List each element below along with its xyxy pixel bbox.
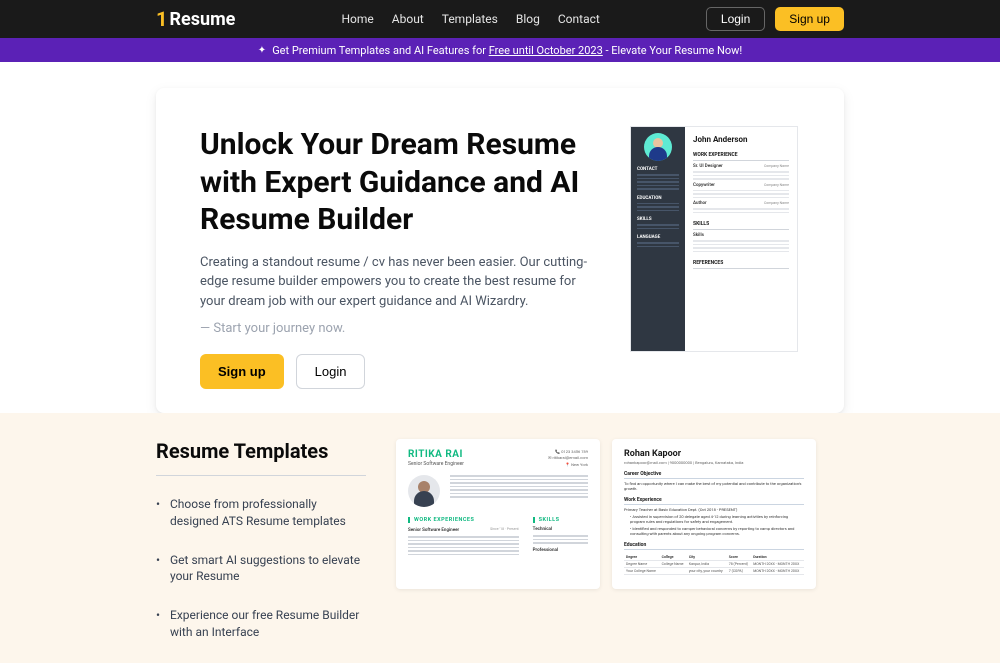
templates-section: Resume Templates Choose from professiona… [0, 413, 1000, 663]
logo-text: Resume [169, 9, 235, 30]
avatar-icon [408, 475, 440, 507]
nav-actions: Login Sign up [706, 7, 844, 31]
nav-link-contact[interactable]: Contact [558, 12, 600, 26]
preview-section-heading: SKILLS [693, 221, 789, 230]
education-table: Degree College City Score Duration Degre… [624, 554, 804, 575]
preview-item: Skills [693, 233, 704, 238]
template-meta: Since '18 · Present [490, 527, 519, 531]
td: MONTH 20XX - MONTH 20XX [751, 561, 804, 568]
template-section-heading: WORK EXPERIENCES [408, 517, 519, 523]
td: College Name [660, 561, 687, 568]
template-job: Primary Teacher at Basic Education Dept.… [624, 507, 804, 512]
nav-link-templates[interactable]: Templates [442, 12, 498, 26]
preview-item-meta: Company Name [764, 201, 789, 206]
template-card[interactable]: Rohan Kapoor rohankapoor@mail.com | 9000… [612, 439, 816, 589]
promo-bar: ✦ Get Premium Templates and AI Features … [0, 38, 1000, 62]
template-bullet: Identified and responded to camper behav… [630, 526, 794, 536]
hero-section: Unlock Your Dream Resume with Expert Gui… [0, 62, 1000, 413]
template-sub: Technical [533, 527, 588, 532]
td: 78 (Percent) [727, 561, 751, 568]
promo-link[interactable]: Free until October 2023 [489, 44, 603, 57]
preview-section-heading: WORK EXPERIENCE [693, 152, 789, 161]
preview-side-heading: EDUCATION [637, 196, 679, 201]
nav-link-about[interactable]: About [392, 12, 424, 26]
template-section-heading: Career Objective [624, 471, 804, 479]
promo-text: Get Premium Templates and AI Features fo… [272, 44, 742, 57]
template-bullet: Assisted in supervision of 20 delegate a… [630, 514, 788, 524]
template-job: Senior Software Engineer [408, 528, 459, 533]
feature-item: Get smart AI suggestions to elevate your… [156, 552, 366, 586]
preview-item-meta: Company Name [764, 164, 789, 169]
preview-item: Sr. UI Designer [693, 164, 723, 169]
template-sub: Professional [533, 548, 588, 553]
feature-list: Choose from professionally designed ATS … [156, 496, 366, 641]
top-nav: 1 Resume Home About Templates Blog Conta… [0, 0, 1000, 38]
hero-left: Unlock Your Dream Resume with Expert Gui… [200, 126, 590, 389]
template-cards: 📞 0123 3456 789 ✉ ritikarai@email.com 📍 … [396, 439, 844, 663]
logo-icon: 1 [156, 7, 167, 31]
template-section-heading: SKILLS [533, 517, 588, 523]
td: MONTH 20XX - MONTH 20XX [751, 568, 804, 575]
preview-item-meta: Company Name [764, 183, 789, 188]
td: Kanpur, India [687, 561, 727, 568]
template-text: To find an opportunity where I can make … [624, 481, 804, 491]
template-section-heading: Education [624, 542, 804, 550]
hero-signup-button[interactable]: Sign up [200, 354, 284, 389]
preview-section-heading: REFERENCES [693, 260, 789, 269]
feature-item: Choose from professionally designed ATS … [156, 496, 366, 530]
contact-line: ✉ ritikarai@email.com [548, 455, 588, 461]
login-button[interactable]: Login [706, 7, 765, 31]
template-name: Rohan Kapoor [624, 449, 804, 459]
template-contact: rohankapoor@mail.com | 9000000000 | Beng… [624, 460, 804, 465]
signup-button[interactable]: Sign up [775, 7, 844, 31]
hero-actions: Sign up Login [200, 354, 590, 389]
resume-preview-image: CONTACT EDUCATION SKILLS LANGUAGE John A… [630, 126, 798, 352]
hero-tagline: — Start your journey now. [200, 321, 590, 336]
hero-subtitle: Creating a standout resume / cv has neve… [200, 253, 590, 312]
template-contact: 📞 0123 3456 789 ✉ ritikarai@email.com 📍 … [548, 449, 588, 468]
nav-link-blog[interactable]: Blog [516, 12, 540, 26]
section-title: Resume Templates [156, 439, 366, 476]
promo-suffix: - Elevate Your Resume Now! [603, 44, 742, 57]
sparkle-icon: ✦ [258, 45, 266, 56]
template-card[interactable]: 📞 0123 3456 789 ✉ ritikarai@email.com 📍 … [396, 439, 600, 589]
templates-info: Resume Templates Choose from professiona… [156, 439, 366, 663]
template-section-heading: Work Experience [624, 497, 804, 505]
hero-card: Unlock Your Dream Resume with Expert Gui… [156, 88, 844, 413]
preview-name: John Anderson [693, 135, 789, 144]
td: Degree Name [624, 561, 660, 568]
preview-side-heading: LANGUAGE [637, 235, 679, 240]
contact-line: 📍 New York [548, 462, 588, 468]
avatar-icon [644, 133, 672, 161]
td: Your College Name [624, 568, 660, 575]
preview-item: Copywriter [693, 183, 715, 188]
feature-item: Experience our free Resume Builder with … [156, 607, 366, 641]
nav-link-home[interactable]: Home [341, 12, 373, 26]
td [660, 568, 687, 575]
hero-title: Unlock Your Dream Resume with Expert Gui… [200, 126, 590, 239]
preview-item: Author [693, 201, 707, 206]
hero-login-button[interactable]: Login [296, 354, 366, 389]
logo[interactable]: 1 Resume [156, 7, 235, 31]
preview-side-heading: SKILLS [637, 217, 679, 222]
preview-side-heading: CONTACT [637, 167, 679, 172]
td: your city, your country [687, 568, 727, 575]
hero-preview: CONTACT EDUCATION SKILLS LANGUAGE John A… [630, 126, 800, 389]
promo-prefix: Get Premium Templates and AI Features fo… [272, 44, 489, 57]
nav-links: Home About Templates Blog Contact [341, 12, 599, 26]
td: 7 (CGPA) [727, 568, 751, 575]
